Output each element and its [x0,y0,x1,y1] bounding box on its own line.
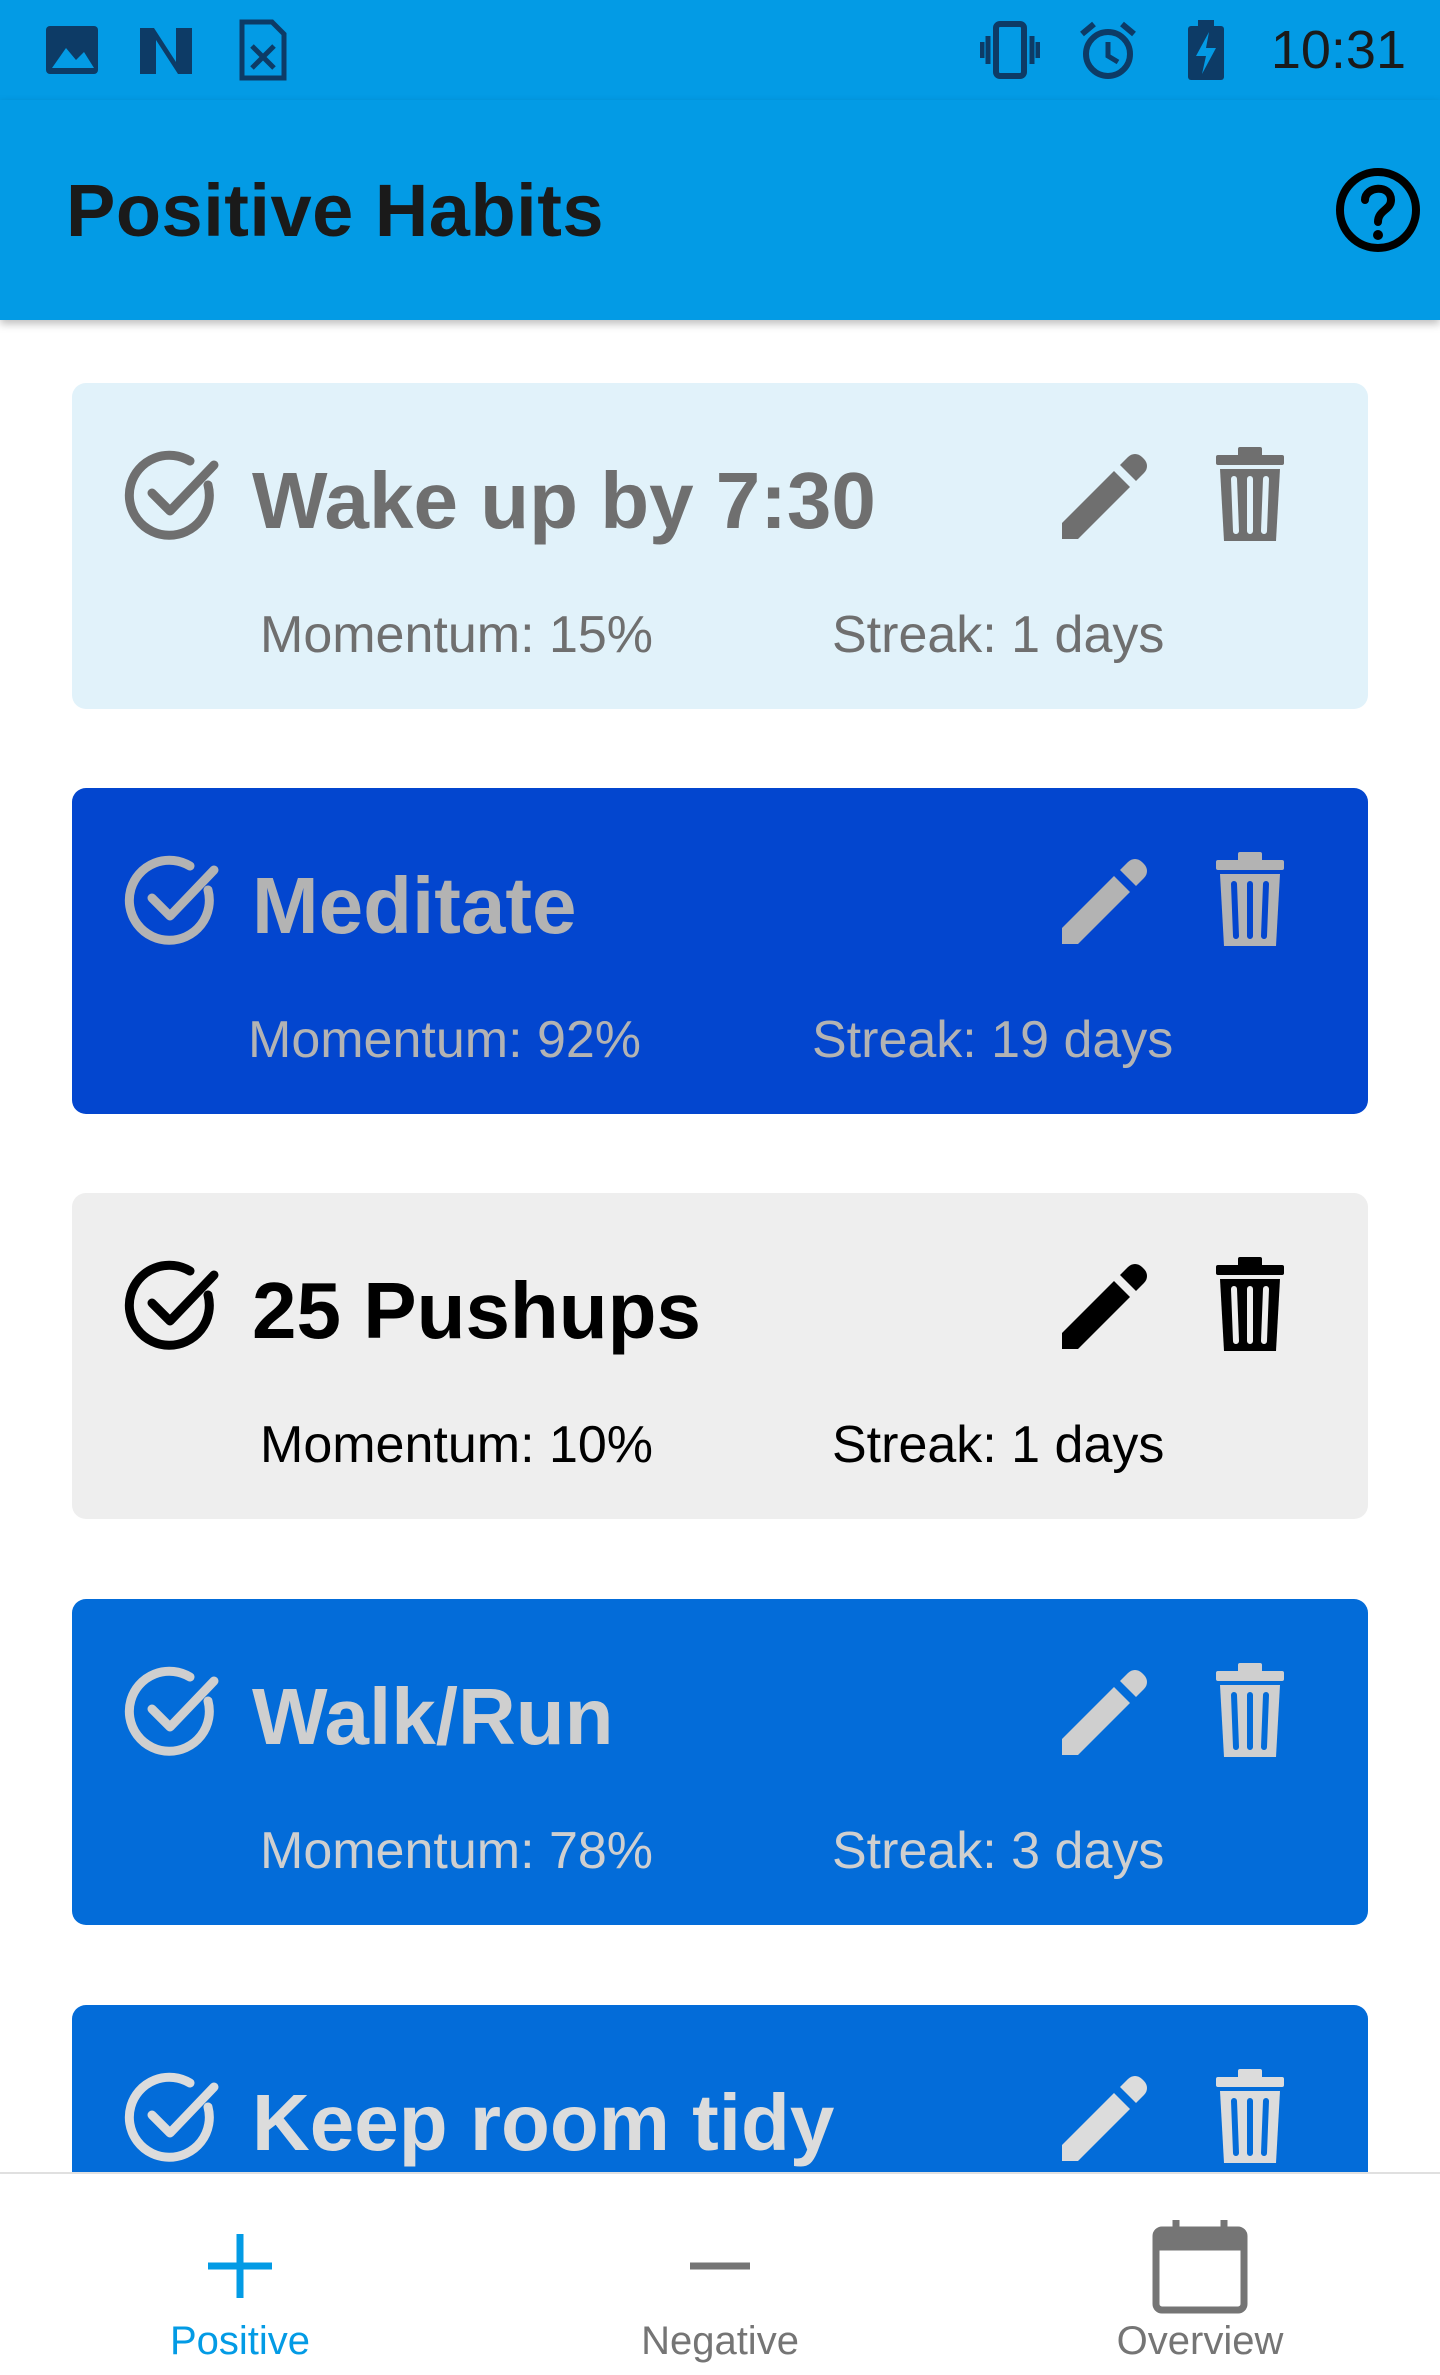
habit-streak: Streak: 1 days [832,606,1165,664]
pencil-icon[interactable] [1054,850,1154,950]
check-circle-icon[interactable] [122,850,222,950]
spreadsheet-icon [239,19,287,81]
nav-tab-negative[interactable]: Negative [480,2174,960,2375]
image-icon [46,26,98,74]
nav-label: Negative [641,2319,799,2363]
habit-momentum: Momentum: 92% [248,1011,642,1069]
habit-list: Wake up by 7:30 Momentum: 15% Streak: 1 … [0,320,1440,2172]
habit-card[interactable]: Meditate Momentum: 92% Streak: 19 days [72,788,1368,1114]
help-circle-icon[interactable] [1334,164,1428,258]
trash-icon[interactable] [1200,2067,1300,2167]
nav-tab-positive[interactable]: Positive [0,2174,480,2375]
plus-icon [208,2234,272,2298]
habit-name: Meditate [252,861,577,950]
habit-momentum: Momentum: 10% [260,1416,654,1474]
check-circle-icon[interactable] [122,1255,222,1355]
trash-icon[interactable] [1200,1255,1300,1355]
battery-charging-icon [1188,20,1224,80]
habit-momentum: Momentum: 15% [260,606,654,664]
trash-icon[interactable] [1200,445,1300,545]
nav-label: Overview [1116,2319,1284,2363]
habit-momentum: Momentum: 78% [260,1822,654,1880]
check-circle-icon[interactable] [122,2067,222,2167]
bottom-navigation: Positive Negative Overview [0,2172,1440,2375]
pencil-icon[interactable] [1054,445,1154,545]
check-circle-icon[interactable] [122,445,222,545]
habit-card[interactable]: 25 Pushups Momentum: 10% Streak: 1 days [72,1193,1368,1519]
vibrate-icon [980,21,1040,79]
nav-label: Positive [169,2319,311,2363]
habit-card[interactable]: Walk/Run Momentum: 78% Streak: 3 days [72,1599,1368,1925]
page-title: Positive Habits [66,169,605,252]
trash-icon[interactable] [1200,850,1300,950]
pencil-icon[interactable] [1054,1255,1154,1355]
pencil-icon[interactable] [1054,1661,1154,1761]
calendar-icon [1152,2220,1248,2314]
pencil-icon[interactable] [1054,2067,1154,2167]
minus-icon [690,2262,750,2270]
alarm-icon [1080,21,1136,79]
check-circle-icon[interactable] [122,1661,222,1761]
habit-name: Wake up by 7:30 [252,456,876,545]
habit-name: Walk/Run [252,1672,614,1761]
trash-icon[interactable] [1200,1661,1300,1761]
habit-streak: Streak: 3 days [832,1822,1165,1880]
app-bar: Positive Habits [0,100,1440,320]
n-app-icon [140,28,192,74]
status-time: 10:31 [1270,20,1406,80]
habit-name: Keep room tidy [252,2078,835,2167]
habit-name: 25 Pushups [252,1266,702,1355]
habit-card[interactable]: Keep room tidy [72,2005,1368,2172]
habit-streak: Streak: 19 days [812,1011,1174,1069]
habit-streak: Streak: 1 days [832,1416,1165,1474]
nav-tab-overview[interactable]: Overview [960,2174,1440,2375]
status-bar: 10:31 [0,0,1440,100]
habit-card[interactable]: Wake up by 7:30 Momentum: 15% Streak: 1 … [72,383,1368,709]
